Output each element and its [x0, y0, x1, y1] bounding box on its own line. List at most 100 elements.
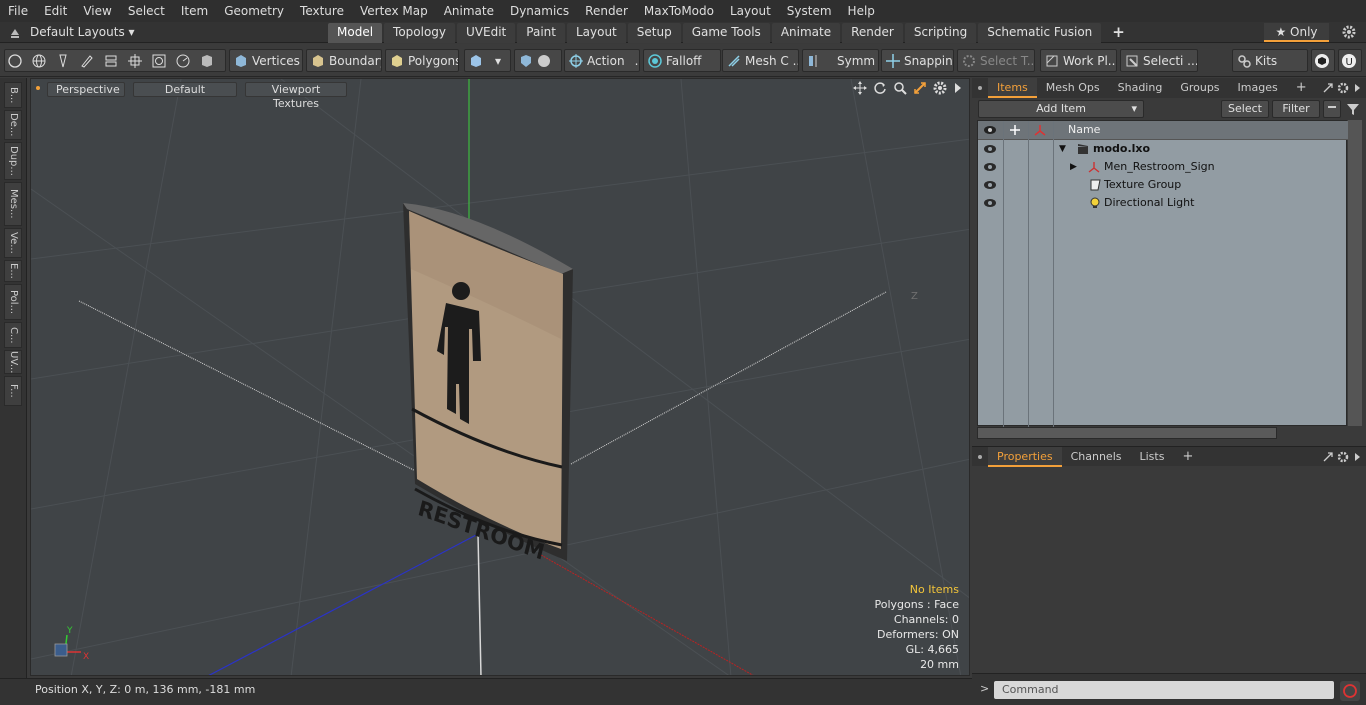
menu-view[interactable]: View — [75, 0, 119, 22]
move-view-icon[interactable] — [853, 81, 867, 98]
left-tab-curve[interactable]: C... — [4, 322, 22, 348]
left-tab-deform[interactable]: De... — [4, 110, 22, 140]
tab-items[interactable]: Items — [988, 78, 1037, 98]
tab-model[interactable]: Model — [328, 23, 383, 43]
viewport-settings-gear-icon[interactable] — [933, 81, 947, 98]
menu-select[interactable]: Select — [120, 0, 173, 22]
left-tab-polygon[interactable]: Pol... — [4, 284, 22, 320]
select-through-button[interactable]: Select T... — [957, 49, 1035, 72]
item-row-texture-group[interactable]: Texture Group — [978, 176, 1348, 194]
add-properties-tab-icon[interactable]: + — [1173, 447, 1202, 467]
left-tab-mesh-edit[interactable]: Mes... — [4, 182, 22, 226]
tab-groups[interactable]: Groups — [1171, 78, 1228, 98]
visibility-eye-icon[interactable] — [984, 145, 996, 153]
menu-texture[interactable]: Texture — [292, 0, 352, 22]
polygons-button[interactable]: Polygons — [385, 49, 459, 72]
menu-geometry[interactable]: Geometry — [216, 0, 292, 22]
filter-button[interactable]: Filter — [1272, 100, 1320, 118]
falloff-mode-group[interactable] — [514, 49, 562, 72]
boundary-button[interactable]: Boundary — [306, 49, 382, 72]
tab-mesh-ops[interactable]: Mesh Ops — [1037, 78, 1109, 98]
falloff-button[interactable]: Falloff — [643, 49, 721, 72]
item-row-directional-light[interactable]: Directional Light — [978, 194, 1348, 212]
tab-paint[interactable]: Paint — [517, 23, 565, 43]
menu-maxtomodo[interactable]: MaxToModo — [636, 0, 722, 22]
gear-icon[interactable] — [1342, 25, 1356, 39]
tab-layout[interactable]: Layout — [566, 23, 626, 43]
maximize-view-icon[interactable] — [913, 81, 927, 98]
record-macro-button[interactable] — [1340, 681, 1360, 701]
menu-system[interactable]: System — [779, 0, 840, 22]
only-toggle[interactable]: ★ Only — [1264, 23, 1329, 42]
add-item-button[interactable]: Add Item ▾ — [978, 100, 1144, 118]
properties-arrow-icon[interactable] — [1354, 451, 1362, 466]
align-icon[interactable] — [104, 54, 118, 68]
unreal-button[interactable]: U — [1338, 49, 1362, 72]
menu-file[interactable]: File — [0, 0, 36, 22]
panel-gear-icon[interactable] — [1337, 82, 1349, 97]
center-icon[interactable] — [128, 53, 142, 68]
circle-select-icon[interactable] — [8, 53, 22, 68]
pen-icon[interactable] — [56, 54, 70, 68]
kits-button[interactable]: Kits — [1232, 49, 1308, 72]
layout-selector[interactable]: Default Layouts ▾ — [30, 22, 135, 43]
add-tab-icon[interactable]: + — [1103, 23, 1134, 43]
box-select-icon[interactable] — [152, 54, 166, 68]
zoom-view-icon[interactable] — [893, 81, 907, 98]
menu-item[interactable]: Item — [173, 0, 216, 22]
left-tab-fusion[interactable]: F... — [4, 376, 22, 406]
symmetry-button[interactable]: Symm ... — [802, 49, 879, 72]
perspective-button[interactable]: Perspective — [47, 81, 125, 97]
tab-shading[interactable]: Shading — [1109, 78, 1172, 98]
item-mode-button[interactable]: ▾ — [464, 49, 511, 72]
material-ball-icon[interactable] — [200, 54, 214, 68]
tab-channels[interactable]: Channels — [1062, 447, 1131, 467]
menu-render[interactable]: Render — [577, 0, 636, 22]
tree-collapsed-icon[interactable]: ▶ — [1070, 158, 1077, 176]
left-tab-duplicate[interactable]: Dup... — [4, 142, 22, 180]
menu-vertex-map[interactable]: Vertex Map — [352, 0, 436, 22]
menu-layout[interactable]: Layout — [722, 0, 779, 22]
tab-images[interactable]: Images — [1229, 78, 1287, 98]
panel-popout-icon[interactable] — [1322, 82, 1334, 97]
menu-dynamics[interactable]: Dynamics — [502, 0, 577, 22]
command-input[interactable]: Command — [994, 681, 1334, 699]
funnel-icon[interactable] — [1346, 102, 1360, 119]
mesh-constraint-button[interactable]: Mesh C ... — [722, 49, 799, 72]
3d-viewport[interactable]: Z RESTROOM Y X Perspective Default Viewp… — [30, 78, 970, 676]
viewport-arrow-right-icon[interactable] — [953, 81, 963, 98]
tab-scripting[interactable]: Scripting — [904, 23, 977, 43]
expand-icon[interactable] — [8, 25, 22, 39]
menu-edit[interactable]: Edit — [36, 0, 75, 22]
visibility-eye-icon[interactable] — [984, 181, 996, 189]
properties-gear-icon[interactable] — [1337, 451, 1349, 466]
properties-collapse-icon[interactable] — [972, 447, 988, 467]
timer-icon[interactable] — [176, 54, 190, 68]
menu-help[interactable]: Help — [840, 0, 883, 22]
globe-icon[interactable] — [32, 54, 46, 68]
tab-setup[interactable]: Setup — [627, 23, 681, 43]
action-center-button[interactable]: Action... — [564, 49, 640, 72]
viewport-textures-button[interactable]: Viewport Textures — [245, 81, 347, 110]
tab-game-tools[interactable]: Game Tools — [682, 23, 770, 43]
visibility-eye-icon[interactable] — [984, 163, 996, 171]
select-button[interactable]: Select — [1221, 100, 1269, 118]
properties-popout-icon[interactable] — [1322, 451, 1334, 466]
work-plane-button[interactable]: Work Pl... — [1040, 49, 1117, 72]
left-tab-uv[interactable]: UV... — [4, 350, 22, 374]
item-row-modo-lxo[interactable]: ▼ modo.lxo — [978, 140, 1348, 158]
rotate-view-icon[interactable] — [873, 81, 887, 98]
brush-icon[interactable] — [80, 54, 94, 68]
tab-lists[interactable]: Lists — [1131, 447, 1174, 467]
panel-collapse-icon[interactable] — [972, 78, 988, 98]
left-tab-edge[interactable]: E... — [4, 260, 22, 282]
tab-topology[interactable]: Topology — [384, 23, 456, 43]
tree-expanded-icon[interactable]: ▼ — [1059, 140, 1066, 158]
unity-button[interactable] — [1311, 49, 1335, 72]
visibility-eye-icon[interactable] — [984, 199, 996, 207]
collapse-all-icon[interactable] — [1323, 100, 1341, 118]
tab-uvedit[interactable]: UVEdit — [457, 23, 516, 43]
tab-render[interactable]: Render — [842, 23, 903, 43]
left-tab-vertex[interactable]: Ve... — [4, 228, 22, 258]
item-row-men-restroom-sign[interactable]: ▶ Men_Restroom_Sign — [978, 158, 1348, 176]
